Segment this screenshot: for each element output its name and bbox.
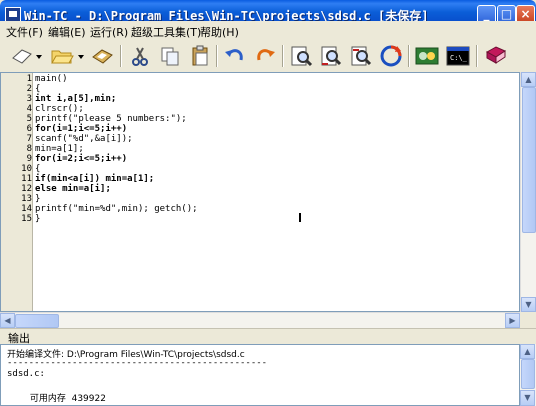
undo-icon[interactable] xyxy=(223,44,247,68)
menu-file[interactable]: 文件(F) xyxy=(6,24,43,40)
scroll-thumb[interactable] xyxy=(521,359,535,389)
output-line: 可用内存 439922 xyxy=(7,394,106,404)
line-number: 6 xyxy=(26,124,32,134)
scrollbar-corner xyxy=(520,312,536,328)
redo-icon[interactable] xyxy=(253,44,277,68)
code-line[interactable]: for(i=1;i<=5;i++) xyxy=(35,124,127,134)
line-number: 11 xyxy=(21,174,32,184)
line-number: 15 xyxy=(21,214,32,224)
line-number: 7 xyxy=(26,134,32,144)
toolbar-separator xyxy=(408,45,410,67)
toolbar-separator xyxy=(216,45,218,67)
code-line[interactable]: for(i=2;i<=5;i++) xyxy=(35,154,127,164)
menu-tools[interactable]: 超级工具集(T) xyxy=(131,24,201,40)
line-number: 13 xyxy=(21,194,32,204)
line-number: 10 xyxy=(21,164,32,174)
code-line[interactable]: main() xyxy=(35,74,68,84)
line-number: 14 xyxy=(21,204,32,214)
dropdown-arrow-icon[interactable] xyxy=(76,44,86,68)
new-file-icon[interactable] xyxy=(10,44,34,68)
help-book-icon[interactable] xyxy=(484,44,508,68)
line-number: 2 xyxy=(26,84,32,94)
output-line: ----------------------------------------… xyxy=(7,358,268,368)
run-console-icon[interactable]: C:\_ xyxy=(446,44,470,68)
scroll-left-button[interactable]: ◀ xyxy=(0,313,15,328)
find-icon[interactable] xyxy=(289,44,313,68)
line-number: 8 xyxy=(26,144,32,154)
editor-vertical-scrollbar[interactable]: ▲ ▼ xyxy=(520,72,536,312)
editor-horizontal-scrollbar[interactable]: ◀ ▶ xyxy=(0,312,520,329)
line-number: 1 xyxy=(26,74,32,84)
code-line[interactable]: { xyxy=(35,164,40,174)
svg-text:C:\_: C:\_ xyxy=(450,54,468,62)
compile-icon[interactable] xyxy=(415,44,439,68)
line-number: 4 xyxy=(26,104,32,114)
output-vertical-scrollbar[interactable]: ▲ ▼ xyxy=(520,344,536,406)
code-line[interactable]: } xyxy=(35,194,40,204)
toolbar-separator xyxy=(282,45,284,67)
menu-help[interactable]: 帮助(H) xyxy=(200,24,239,40)
code-line[interactable]: } xyxy=(35,214,40,224)
cut-icon[interactable] xyxy=(128,44,152,68)
save-icon[interactable] xyxy=(90,44,114,68)
code-line[interactable]: if(min<a[i]) min=a[1]; xyxy=(35,174,154,184)
scroll-up-button[interactable]: ▲ xyxy=(521,72,536,87)
scroll-thumb[interactable] xyxy=(522,87,536,233)
output-line: sdsd.c: xyxy=(7,369,45,379)
dropdown-arrow-icon[interactable] xyxy=(34,44,44,68)
code-line[interactable]: printf("please 5 numbers:"); xyxy=(35,114,187,124)
menu-edit[interactable]: 编辑(E) xyxy=(48,24,86,40)
scroll-down-button[interactable]: ▼ xyxy=(521,297,536,312)
output-panel-header: 输出 xyxy=(0,328,536,345)
output-panel[interactable]: 开始编译文件: D:\Program Files\Win-TC\projects… xyxy=(0,344,520,406)
copy-icon[interactable] xyxy=(158,44,182,68)
scroll-right-button[interactable]: ▶ xyxy=(505,313,520,328)
scroll-thumb[interactable] xyxy=(15,314,59,328)
text-cursor xyxy=(299,213,301,222)
scroll-down-button[interactable]: ▼ xyxy=(520,390,535,406)
line-number: 5 xyxy=(26,114,32,124)
code-line[interactable]: scanf("%d",&a[i]); xyxy=(35,134,133,144)
code-editor[interactable]: 1 2 3 4 5 6 7 8 9 10 11 12 13 14 15 main… xyxy=(0,72,520,312)
paste-icon[interactable] xyxy=(188,44,212,68)
code-line[interactable]: { xyxy=(35,84,40,94)
open-folder-icon[interactable] xyxy=(50,44,74,68)
menu-run[interactable]: 运行(R) xyxy=(90,24,128,40)
line-number: 9 xyxy=(26,154,32,164)
refresh-icon[interactable] xyxy=(379,44,403,68)
find-next-icon[interactable] xyxy=(319,44,343,68)
scroll-up-button[interactable]: ▲ xyxy=(520,344,535,359)
code-line[interactable]: int i,a[5],min; xyxy=(35,94,116,104)
code-line[interactable]: else min=a[i]; xyxy=(35,184,111,194)
code-line[interactable]: clrscr(); xyxy=(35,104,84,114)
line-number: 12 xyxy=(21,184,32,194)
toolbar-separator xyxy=(476,45,478,67)
code-line[interactable]: printf("min=%d",min); getch(); xyxy=(35,204,198,214)
toolbar-separator xyxy=(120,45,122,67)
replace-icon[interactable] xyxy=(349,44,373,68)
line-number: 3 xyxy=(26,94,32,104)
toolbar: C:\_ xyxy=(0,40,536,73)
menu-bar: 文件(F) 编辑(E) 运行(R) 超级工具集(T) 帮助(H) xyxy=(0,21,536,41)
code-line[interactable]: min=a[1]; xyxy=(35,144,84,154)
